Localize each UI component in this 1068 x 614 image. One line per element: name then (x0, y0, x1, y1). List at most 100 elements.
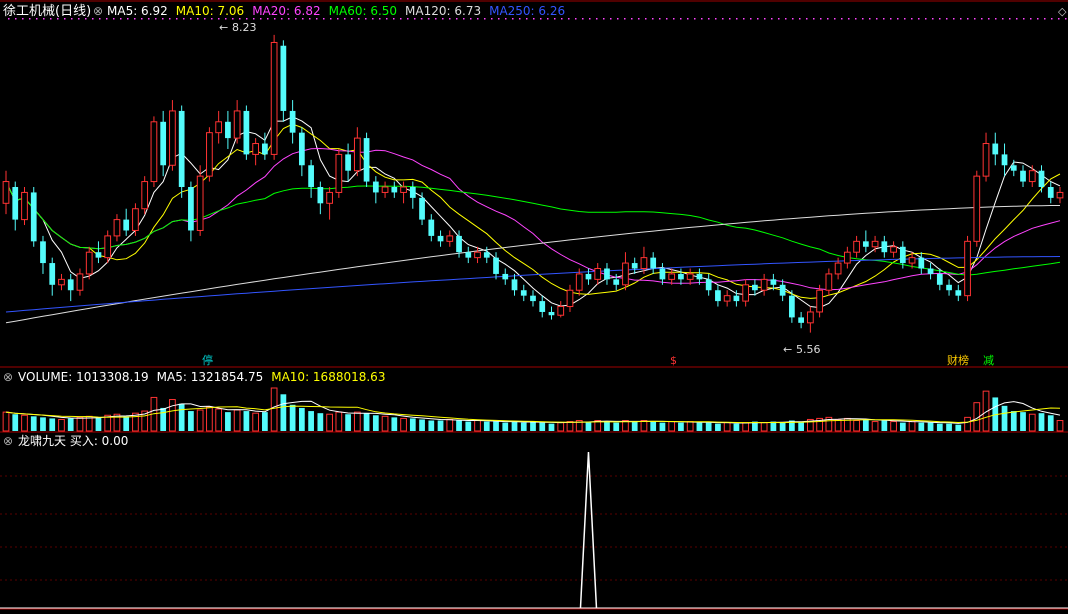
candle-body (964, 240, 971, 297)
candle-body (391, 187, 398, 193)
price-indicator-icon[interactable]: ⊗ (93, 4, 103, 18)
candle-body (298, 132, 305, 166)
price-ind-3: MA60: 6.50 (329, 4, 397, 18)
ma20-dot (421, 18, 423, 20)
volume-bar (705, 422, 712, 431)
ma20-dot (659, 18, 661, 20)
ma20-dot (1044, 18, 1046, 20)
marker-finance[interactable]: 财榜 (947, 353, 969, 367)
ma20-dot (204, 18, 206, 20)
ma20-dot (827, 18, 829, 20)
ma20-dot (183, 18, 185, 20)
ma20-dot (729, 18, 731, 20)
candle-body (890, 246, 897, 253)
ma20-dot (134, 18, 136, 20)
volume-bar (474, 420, 481, 432)
candle-body (853, 240, 860, 253)
candle-body (289, 110, 296, 133)
ma20-dot (603, 18, 605, 20)
candle-body (30, 192, 37, 242)
ma20-dot (246, 18, 248, 20)
ma20-dot (547, 18, 549, 20)
ma20-dot (561, 18, 563, 20)
ma20-dot (554, 18, 556, 20)
ma20-dot (904, 18, 906, 20)
ma20-dot (631, 18, 633, 20)
ma20-dot (722, 18, 724, 20)
buy-signal-spike (579, 451, 598, 609)
window-corner-icon[interactable]: ◇ (1058, 5, 1067, 18)
ma20-dot (267, 18, 269, 20)
volume-indicator-icon[interactable]: ⊗ (3, 370, 13, 384)
volume-bar (1056, 420, 1064, 432)
ma20-dot (400, 18, 402, 20)
ma20-dot (687, 18, 689, 20)
ma20-dot (666, 18, 668, 20)
volume-bar (40, 417, 46, 431)
ma20-dot (785, 18, 787, 20)
volume-bar (215, 408, 223, 432)
volume-bar (1001, 405, 1008, 431)
ma20-dot (911, 18, 913, 20)
volume-bar (881, 420, 888, 431)
volume-bar (206, 406, 213, 432)
volume-bar (613, 422, 620, 431)
ma20-dot (715, 18, 717, 20)
volume-bar (742, 422, 750, 432)
ma20-dot (435, 18, 437, 20)
ma20-dot (596, 18, 598, 20)
candle-body (1056, 191, 1064, 199)
candle-body (723, 295, 731, 302)
volume-bar (1010, 411, 1017, 431)
candle-body (150, 121, 158, 183)
volume-bar (936, 423, 943, 431)
volume-bar (372, 415, 379, 431)
signal-ind-0: 龙啸九天 买入: 0.00 (18, 434, 128, 448)
volume-bar (604, 421, 610, 431)
candle-body (760, 278, 768, 291)
volume-bar (539, 422, 546, 431)
candle-body (992, 143, 999, 155)
volume-bar (899, 422, 906, 431)
ma20-dot (701, 18, 703, 20)
volume-bar (1028, 413, 1036, 432)
candle-body (49, 263, 56, 285)
ma20-dot (862, 18, 864, 20)
ma20-dot (197, 18, 199, 20)
volume-bar (428, 420, 435, 431)
candle-body (918, 257, 925, 269)
ma20-dot (1058, 18, 1060, 20)
ma20-dot (883, 18, 885, 20)
candle-body (659, 268, 666, 280)
signal-indicator-icon[interactable]: ⊗ (3, 434, 13, 448)
candle-body (779, 284, 786, 296)
candle-body (862, 241, 869, 247)
candle-body (1038, 170, 1045, 187)
marker-reduce[interactable]: 减 (983, 354, 994, 367)
ma20-dot (449, 18, 451, 20)
candle-body (899, 246, 906, 264)
marker-suspend[interactable]: 停 (202, 353, 213, 367)
volume-bar (123, 416, 130, 431)
volume-header: ⊗ VOLUME: 1013308.19 MA5: 1321854.75 MA10:… (3, 370, 385, 384)
volume-bar (834, 418, 842, 432)
ma20-dot (295, 18, 297, 20)
ma20-dot (456, 18, 458, 20)
ma20-dot (365, 18, 367, 20)
ma20-dot (386, 18, 388, 20)
volume-bar (345, 414, 351, 431)
volume-bar (955, 424, 962, 431)
volume-bar (12, 414, 19, 431)
volume-bar (49, 418, 56, 431)
candle-body (881, 241, 888, 253)
candle-body (825, 273, 833, 291)
candle-body (511, 279, 518, 291)
candle-body (548, 311, 555, 316)
ma20-dot (890, 18, 892, 20)
marker-dollar[interactable]: $ (670, 354, 677, 367)
ma20-dot (330, 18, 332, 20)
ma20-dot (428, 18, 430, 20)
volume-bar (381, 415, 389, 432)
ma20-dot (316, 18, 318, 20)
candle-body (262, 143, 268, 155)
